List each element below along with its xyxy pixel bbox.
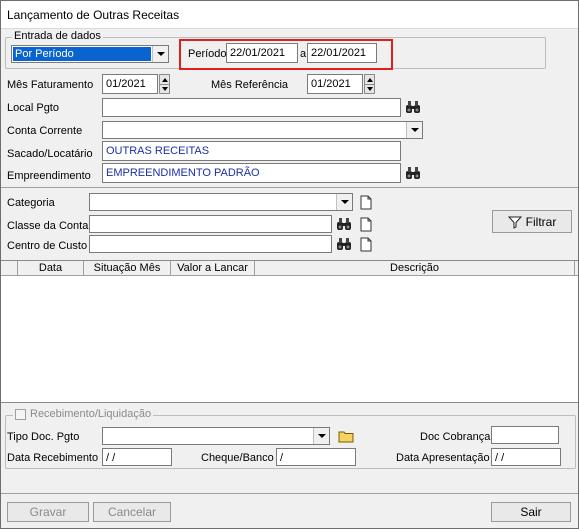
folder-icon[interactable] bbox=[337, 427, 355, 445]
new-document-icon[interactable] bbox=[357, 193, 375, 211]
recebimento-checkbox[interactable] bbox=[15, 408, 26, 420]
periodo-label: Período bbox=[188, 48, 227, 60]
mes-faturamento-input[interactable]: 01/2021 bbox=[102, 74, 158, 94]
doc-cobranca-input[interactable] bbox=[491, 426, 559, 444]
chevron-down-icon[interactable] bbox=[152, 46, 168, 62]
local-pgto-label: Local Pgto bbox=[7, 102, 59, 114]
classe-label: Classe da Conta bbox=[7, 220, 89, 232]
cheque-label: Cheque/Banco bbox=[201, 452, 274, 464]
categoria-select[interactable] bbox=[89, 193, 353, 211]
grid-header-data[interactable]: Data bbox=[18, 261, 84, 276]
binoculars-icon[interactable] bbox=[404, 98, 422, 116]
new-document-icon[interactable] bbox=[357, 215, 375, 233]
window-title: Lançamento de Outras Receitas bbox=[7, 8, 180, 22]
periodo-to-input[interactable]: 22/01/2021 bbox=[307, 43, 377, 63]
empreendimento-label: Empreendimento bbox=[7, 170, 91, 182]
conta-corrente-select[interactable] bbox=[102, 121, 423, 139]
centro-label: Centro de Custo bbox=[7, 240, 88, 252]
mode-select[interactable]: Por Período bbox=[11, 45, 169, 63]
chevron-down-icon[interactable] bbox=[336, 194, 352, 210]
grid-header-valor[interactable]: Valor a Lancar bbox=[171, 261, 255, 276]
classe-input[interactable] bbox=[89, 215, 332, 233]
binoculars-icon[interactable] bbox=[335, 215, 353, 233]
cheque-input[interactable]: / bbox=[276, 448, 356, 466]
separator bbox=[1, 493, 578, 494]
conta-corrente-label: Conta Corrente bbox=[7, 125, 83, 137]
tipo-doc-label: Tipo Doc. Pgto bbox=[7, 431, 80, 443]
data-apresentacao-label: Data Apresentação bbox=[396, 452, 490, 464]
data-apresentacao-input[interactable]: / / bbox=[491, 448, 561, 466]
new-document-icon[interactable] bbox=[357, 235, 375, 253]
title-bar: Lançamento de Outras Receitas bbox=[1, 1, 578, 29]
data-recebimento-label: Data Recebimento bbox=[7, 452, 99, 464]
mes-faturamento-label: Mês Faturamento bbox=[7, 79, 94, 91]
binoculars-icon[interactable] bbox=[404, 164, 422, 182]
grid-header: Data Situação Mês Valor a Lancar Descriç… bbox=[1, 261, 578, 276]
sair-button[interactable]: Sair bbox=[491, 502, 571, 522]
sacado-input[interactable]: OUTRAS RECEITAS bbox=[102, 141, 401, 161]
doc-cobranca-label: Doc Cobrança bbox=[420, 431, 491, 443]
entrada-group-label: Entrada de dados bbox=[12, 30, 103, 42]
recebimento-group-header: Recebimento/Liquidação bbox=[13, 408, 154, 420]
filtrar-label: Filtrar bbox=[525, 214, 557, 229]
grid-header-situacao[interactable]: Situação Mês bbox=[84, 261, 171, 276]
grid-indicator-header bbox=[1, 261, 18, 276]
grid-header-descricao[interactable]: Descrição bbox=[255, 261, 575, 276]
cancelar-button[interactable]: Cancelar bbox=[93, 502, 171, 522]
mes-referencia-label: Mês Referência bbox=[211, 79, 289, 91]
centro-input[interactable] bbox=[89, 235, 332, 253]
chevron-down-icon[interactable] bbox=[313, 428, 329, 444]
periodo-sep-label: a bbox=[300, 48, 307, 60]
main-window: Lançamento de Outras Receitas Entrada de… bbox=[0, 0, 579, 529]
chevron-down-icon[interactable] bbox=[406, 122, 422, 138]
tipo-doc-select[interactable] bbox=[102, 427, 330, 445]
recebimento-group-label: Recebimento/Liquidação bbox=[30, 408, 152, 420]
gravar-button[interactable]: Gravar bbox=[7, 502, 89, 522]
periodo-from-input[interactable]: 22/01/2021 bbox=[226, 43, 298, 63]
mes-referencia-spinner[interactable] bbox=[364, 74, 375, 94]
lancamentos-grid[interactable]: Data Situação Mês Valor a Lancar Descriç… bbox=[1, 260, 578, 403]
sacado-label: Sacado/Locatário bbox=[7, 148, 93, 160]
local-pgto-input[interactable] bbox=[102, 98, 401, 117]
binoculars-icon[interactable] bbox=[335, 235, 353, 253]
data-recebimento-input[interactable]: / / bbox=[102, 448, 172, 466]
filter-icon bbox=[507, 215, 522, 229]
separator bbox=[1, 187, 578, 188]
filtrar-button[interactable]: Filtrar bbox=[492, 210, 572, 233]
mes-faturamento-spinner[interactable] bbox=[159, 74, 170, 94]
categoria-label: Categoria bbox=[7, 197, 55, 209]
mes-referencia-input[interactable]: 01/2021 bbox=[307, 74, 363, 94]
empreendimento-input[interactable]: EMPREENDIMENTO PADRÃO bbox=[102, 163, 401, 183]
mode-select-value: Por Período bbox=[13, 47, 151, 61]
